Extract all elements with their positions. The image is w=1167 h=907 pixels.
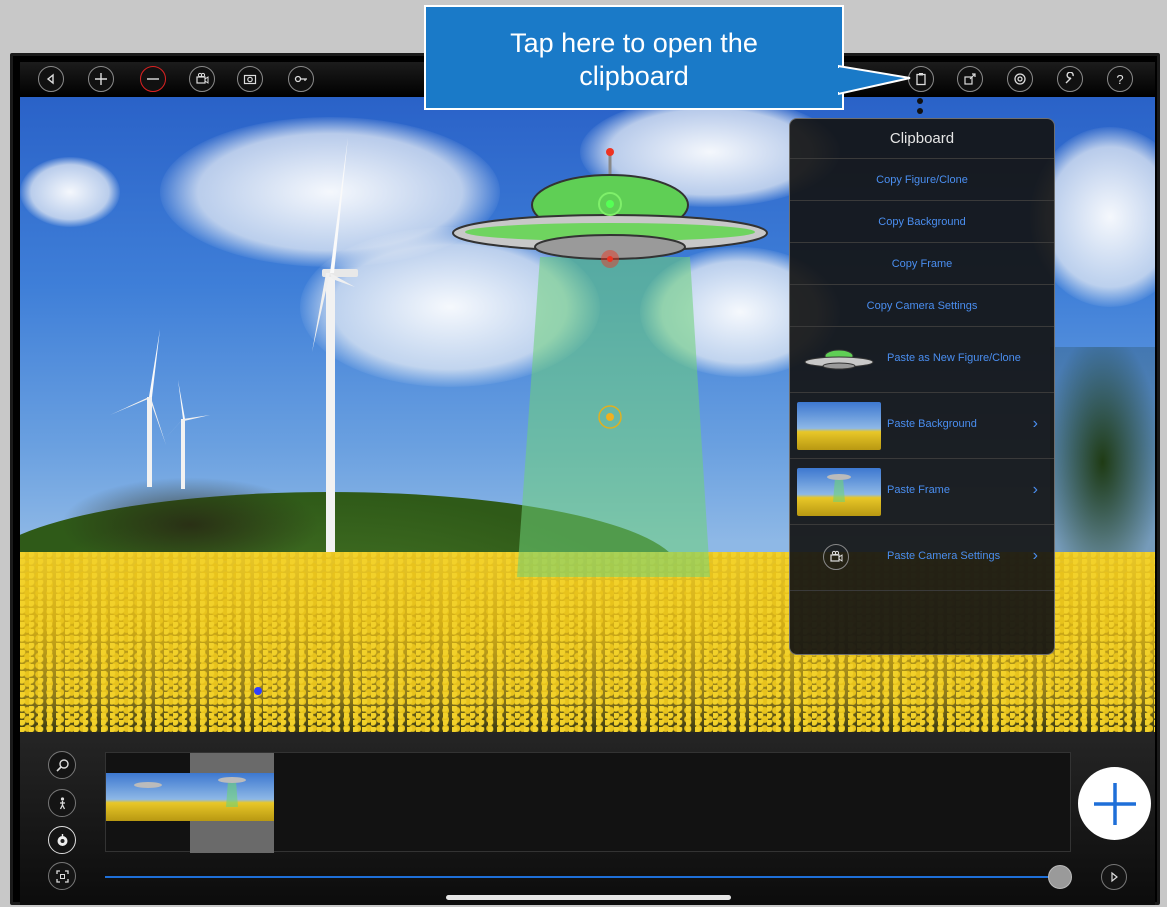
chevron-right-icon: › (1032, 481, 1038, 498)
frame-thumbnail (797, 468, 881, 516)
popover-arrow-dot (917, 108, 923, 114)
copy-camera-settings-button[interactable]: Copy Camera Settings (790, 285, 1054, 327)
callout-line1: Tap here to open the (510, 28, 758, 58)
record-icon[interactable] (48, 826, 76, 854)
scrubber-track[interactable] (105, 876, 1060, 878)
scrubber-knob[interactable] (1048, 865, 1072, 889)
tools-icon[interactable] (1057, 66, 1083, 92)
paste-camera-settings-label: Paste Camera Settings (887, 550, 1001, 562)
help-icon[interactable]: ? (1107, 66, 1133, 92)
settings-icon[interactable] (1007, 66, 1033, 92)
clipboard-title: Clipboard (790, 119, 1054, 159)
frame-strip[interactable] (105, 752, 1071, 853)
paste-frame-label: Paste Frame (887, 484, 950, 496)
frame-thumbnail-2[interactable] (190, 753, 274, 853)
background-thumbnail (797, 402, 881, 450)
figure-icon[interactable] (48, 789, 76, 817)
popover-arrow-dot (917, 98, 923, 104)
paste-figure-button[interactable]: Paste as New Figure/Clone (790, 327, 1054, 393)
key-icon[interactable] (288, 66, 314, 92)
paste-background-label: Paste Background (887, 418, 977, 430)
remove-icon[interactable] (140, 66, 166, 92)
tutorial-callout: Tap here to open the clipboard (424, 5, 844, 110)
callout-pointer (838, 64, 911, 96)
fit-icon[interactable] (48, 862, 76, 890)
copy-frame-button[interactable]: Copy Frame (790, 243, 1054, 285)
chevron-right-icon: › (1032, 547, 1038, 564)
chevron-right-icon: › (1032, 415, 1038, 432)
frame-thumbnail-1[interactable] (106, 753, 190, 853)
add-frame-button[interactable] (1078, 767, 1151, 840)
clipboard-panel: Clipboard Copy Figure/Clone Copy Backgro… (789, 118, 1055, 655)
paste-figure-label: Paste as New Figure/Clone (887, 352, 1021, 364)
paste-camera-settings-button[interactable]: Paste Camera Settings › (790, 525, 1054, 591)
camera-icon[interactable] (189, 66, 215, 92)
camera-icon (823, 544, 849, 570)
snapshot-icon[interactable] (237, 66, 263, 92)
export-icon[interactable] (957, 66, 983, 92)
copy-figure-button[interactable]: Copy Figure/Clone (790, 159, 1054, 201)
copy-background-button[interactable]: Copy Background (790, 201, 1054, 243)
paste-frame-button[interactable]: Paste Frame › (790, 459, 1054, 525)
ufo-thumbnail (797, 336, 881, 384)
callout-line2: clipboard (579, 61, 689, 91)
zoom-icon[interactable] (48, 751, 76, 779)
play-icon[interactable] (1101, 864, 1127, 890)
home-indicator[interactable] (446, 895, 731, 900)
add-icon[interactable] (88, 66, 114, 92)
paste-background-button[interactable]: Paste Background › (790, 393, 1054, 459)
back-icon[interactable] (38, 66, 64, 92)
